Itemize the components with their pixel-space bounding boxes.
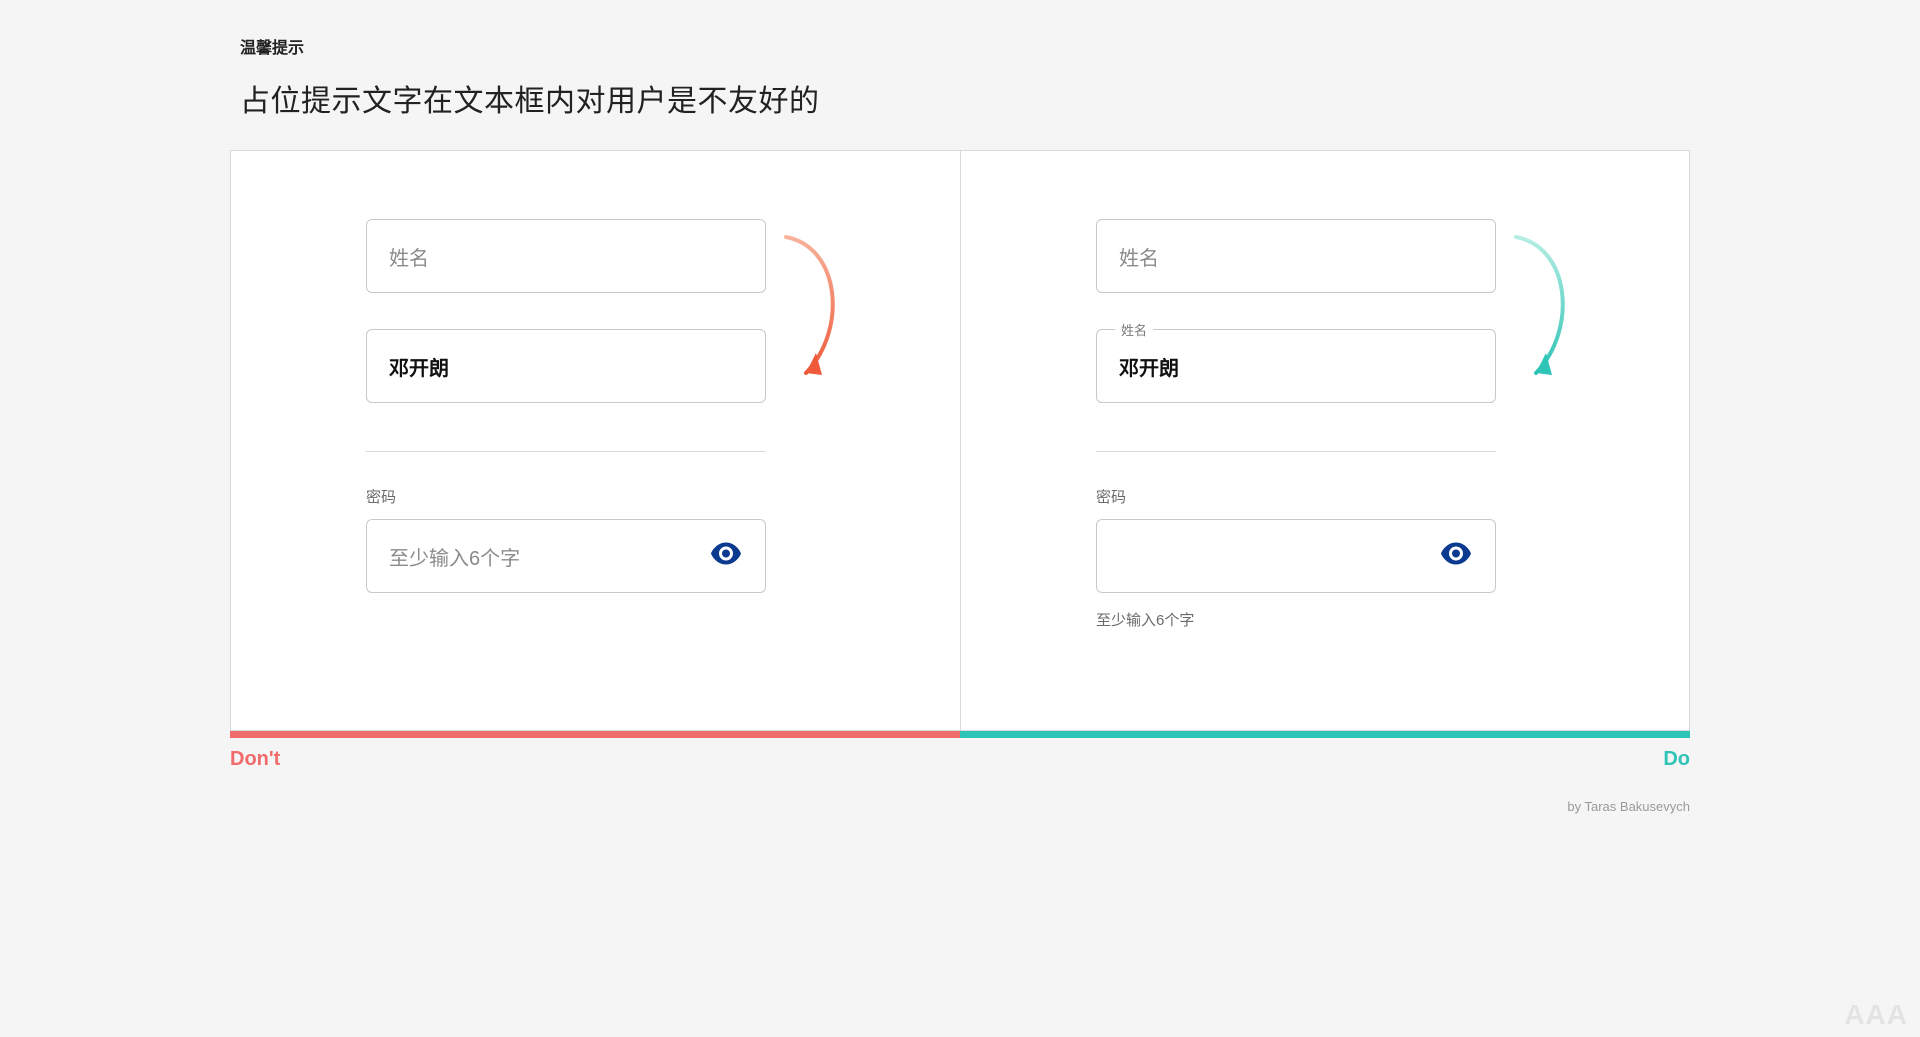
name-placeholder: 姓名 (389, 242, 429, 271)
arrow-icon (778, 229, 848, 399)
credit: by Taras Bakusevych (230, 799, 1690, 814)
watermark: AAA (1844, 999, 1908, 1031)
do-panel: 姓名 姓名 邓开朗 密码 至少输入6个字 (960, 151, 1689, 730)
dont-caption: Don't (230, 748, 960, 771)
bottom-bars (230, 731, 1690, 738)
password-label: 密码 (1096, 486, 1496, 507)
comparison-panels: 姓名 邓开朗 密码 至少输入6个字 (230, 150, 1690, 731)
name-input-filled[interactable]: 姓名 邓开朗 (1096, 329, 1496, 403)
password-help: 至少输入6个字 (1096, 609, 1496, 630)
dont-bar (230, 731, 960, 738)
arrow-icon (1508, 229, 1578, 399)
eye-icon[interactable] (1441, 543, 1471, 570)
name-input-empty[interactable]: 姓名 (366, 219, 766, 293)
password-placeholder: 至少输入6个字 (389, 542, 520, 571)
eye-icon[interactable] (711, 543, 741, 570)
divider (1096, 451, 1496, 452)
name-input-filled[interactable]: 邓开朗 (366, 329, 766, 403)
password-label: 密码 (366, 486, 766, 507)
do-bar (960, 731, 1690, 738)
kicker: 温馨提示 (240, 34, 1690, 58)
name-value: 邓开朗 (1119, 352, 1179, 381)
do-caption: Do (960, 748, 1690, 771)
name-float-label: 姓名 (1115, 320, 1153, 339)
name-value: 邓开朗 (389, 352, 449, 381)
name-input-empty[interactable]: 姓名 (1096, 219, 1496, 293)
divider (366, 451, 766, 452)
password-input[interactable] (1096, 519, 1496, 593)
password-input[interactable]: 至少输入6个字 (366, 519, 766, 593)
name-placeholder: 姓名 (1119, 242, 1159, 271)
page-title: 占位提示文字在文本框内对用户是不友好的 (240, 76, 1690, 120)
dont-panel: 姓名 邓开朗 密码 至少输入6个字 (231, 151, 960, 730)
